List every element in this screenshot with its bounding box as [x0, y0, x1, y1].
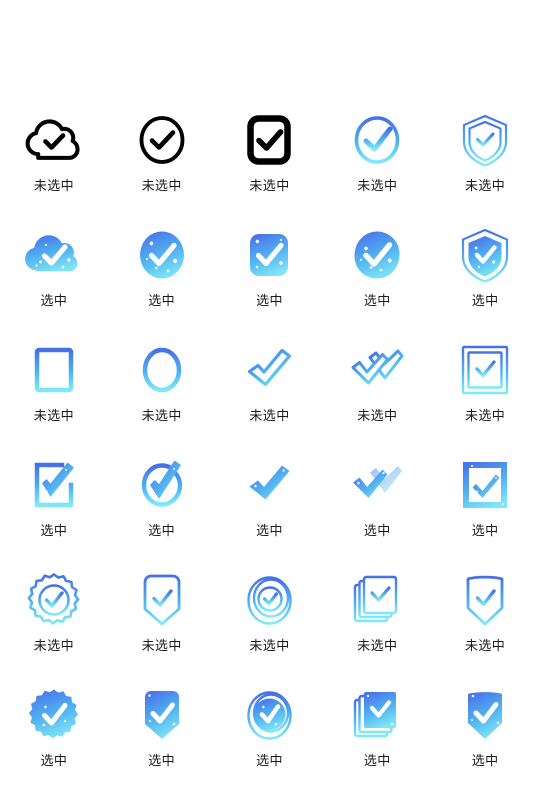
icon-label: 未选中: [249, 639, 290, 654]
icon-cell-circle-check-overflow-filled[interactable]: 选中: [108, 453, 216, 568]
icon-cell-stacked-pages-check-outline[interactable]: 未选中: [323, 568, 431, 683]
icon-sheet: 未选中 未选中 未选中 未选中 未选中 选中 选中 选中 选中 选中 未选中 未…: [0, 0, 539, 812]
icon-cell-circle-check-gradient-outline[interactable]: 未选中: [323, 108, 431, 223]
icon-cell-badge-rosette-check-outline[interactable]: 未选中: [0, 568, 108, 683]
icon-grid: 未选中 未选中 未选中 未选中 未选中 选中 选中 选中 选中 选中 未选中 未…: [0, 108, 539, 798]
icon-cell-empty-square-outline[interactable]: 未选中: [0, 338, 108, 453]
icon-label: 选中: [256, 754, 283, 769]
icon-cell-circle-check-filled[interactable]: 选中: [108, 223, 216, 338]
banner-check-filled-icon[interactable]: [130, 683, 194, 747]
icon-label: 选中: [471, 294, 499, 309]
shield-pointed-check-outline-icon[interactable]: [453, 568, 517, 632]
double-circle-check-filled-icon[interactable]: [237, 683, 301, 747]
icon-cell-stacked-pages-check-filled[interactable]: 选中: [323, 683, 431, 798]
icon-cell-blob-check-filled[interactable]: 选中: [323, 223, 431, 338]
square-check-overflow-filled-icon[interactable]: [22, 453, 86, 517]
square-frame-check-filled-icon[interactable]: [453, 453, 517, 517]
single-check-filled-icon[interactable]: [237, 453, 301, 517]
icon-cell-shield-pointed-check-outline[interactable]: 未选中: [431, 568, 539, 683]
icon-cell-cloud-check-filled[interactable]: 选中: [0, 223, 108, 338]
icon-label: 选中: [148, 294, 176, 309]
icon-cell-double-circle-check-filled[interactable]: 选中: [216, 683, 324, 798]
square-check-outline-black-icon[interactable]: [237, 108, 301, 172]
stacked-pages-check-filled-icon[interactable]: [345, 683, 409, 747]
icon-cell-double-check-outline[interactable]: 未选中: [323, 338, 431, 453]
icon-label: 选中: [40, 524, 68, 539]
icon-cell-square-check-filled[interactable]: 选中: [216, 223, 324, 338]
empty-circle-outline-icon[interactable]: [130, 338, 194, 402]
badge-rosette-check-outline-icon[interactable]: [22, 568, 86, 632]
square-check-thin-outline-icon[interactable]: [453, 338, 517, 402]
double-check-filled-icon[interactable]: [345, 453, 409, 517]
icon-cell-shield-pointed-check-filled[interactable]: 选中: [431, 683, 539, 798]
icon-label: 未选中: [141, 179, 182, 194]
icon-label: 选中: [40, 754, 68, 769]
icon-cell-square-frame-check-filled[interactable]: 选中: [431, 453, 539, 568]
icon-label: 选中: [256, 294, 283, 309]
icon-cell-circle-check-outline-black[interactable]: 未选中: [108, 108, 216, 223]
icon-label: 未选中: [33, 179, 74, 194]
icon-label: 未选中: [141, 409, 182, 424]
icon-label: 选中: [256, 524, 283, 539]
icon-label: 选中: [148, 524, 176, 539]
shield-check-filled-icon[interactable]: [453, 223, 517, 287]
blob-check-filled-icon[interactable]: [345, 223, 409, 287]
double-circle-check-outline-icon[interactable]: [237, 568, 301, 632]
stacked-pages-check-outline-icon[interactable]: [345, 568, 409, 632]
icon-label: 未选中: [249, 179, 290, 194]
shield-double-check-outline-icon[interactable]: [453, 108, 517, 172]
icon-cell-single-check-outline[interactable]: 未选中: [216, 338, 324, 453]
badge-rosette-check-filled-icon[interactable]: [22, 683, 86, 747]
icon-label: 未选中: [464, 179, 506, 194]
icon-cell-cloud-check-outline-black[interactable]: 未选中: [0, 108, 108, 223]
circle-check-gradient-outline-icon[interactable]: [345, 108, 409, 172]
icon-cell-square-check-thin-outline[interactable]: 未选中: [431, 338, 539, 453]
icon-label: 未选中: [357, 179, 398, 194]
icon-cell-double-check-filled[interactable]: 选中: [323, 453, 431, 568]
icon-cell-square-check-overflow-filled[interactable]: 选中: [0, 453, 108, 568]
icon-label: 选中: [40, 294, 68, 309]
icon-cell-shield-check-filled[interactable]: 选中: [431, 223, 539, 338]
icon-cell-badge-rosette-check-filled[interactable]: 选中: [0, 683, 108, 798]
circle-check-outline-black-icon[interactable]: [130, 108, 194, 172]
icon-cell-shield-double-check-outline[interactable]: 未选中: [431, 108, 539, 223]
icon-label: 选中: [471, 524, 499, 539]
circle-check-filled-icon[interactable]: [130, 223, 194, 287]
icon-label: 未选中: [249, 409, 290, 424]
icon-label: 选中: [363, 524, 391, 539]
banner-check-outline-icon[interactable]: [130, 568, 194, 632]
icon-label: 选中: [148, 754, 176, 769]
shield-pointed-check-filled-icon[interactable]: [453, 683, 517, 747]
icon-cell-banner-check-outline[interactable]: 未选中: [108, 568, 216, 683]
icon-label: 未选中: [141, 639, 182, 654]
icon-cell-single-check-filled[interactable]: 选中: [216, 453, 324, 568]
icon-cell-empty-circle-outline[interactable]: 未选中: [108, 338, 216, 453]
icon-label: 未选中: [464, 409, 506, 424]
icon-label: 选中: [363, 754, 391, 769]
icon-label: 未选中: [357, 409, 398, 424]
square-check-filled-icon[interactable]: [237, 223, 301, 287]
circle-check-overflow-filled-icon[interactable]: [130, 453, 194, 517]
empty-square-outline-icon[interactable]: [22, 338, 86, 402]
cloud-check-filled-icon[interactable]: [22, 223, 86, 287]
icon-label: 未选中: [33, 639, 74, 654]
icon-label: 选中: [363, 294, 391, 309]
icon-label: 未选中: [33, 409, 74, 424]
icon-cell-banner-check-filled[interactable]: 选中: [108, 683, 216, 798]
icon-cell-square-check-outline-black[interactable]: 未选中: [216, 108, 324, 223]
icon-cell-double-circle-check-outline[interactable]: 未选中: [216, 568, 324, 683]
cloud-check-outline-black-icon[interactable]: [22, 108, 86, 172]
icon-label: 未选中: [464, 639, 506, 654]
icon-label: 选中: [471, 754, 499, 769]
double-check-outline-icon[interactable]: [345, 338, 409, 402]
icon-label: 未选中: [357, 639, 398, 654]
single-check-outline-icon[interactable]: [237, 338, 301, 402]
